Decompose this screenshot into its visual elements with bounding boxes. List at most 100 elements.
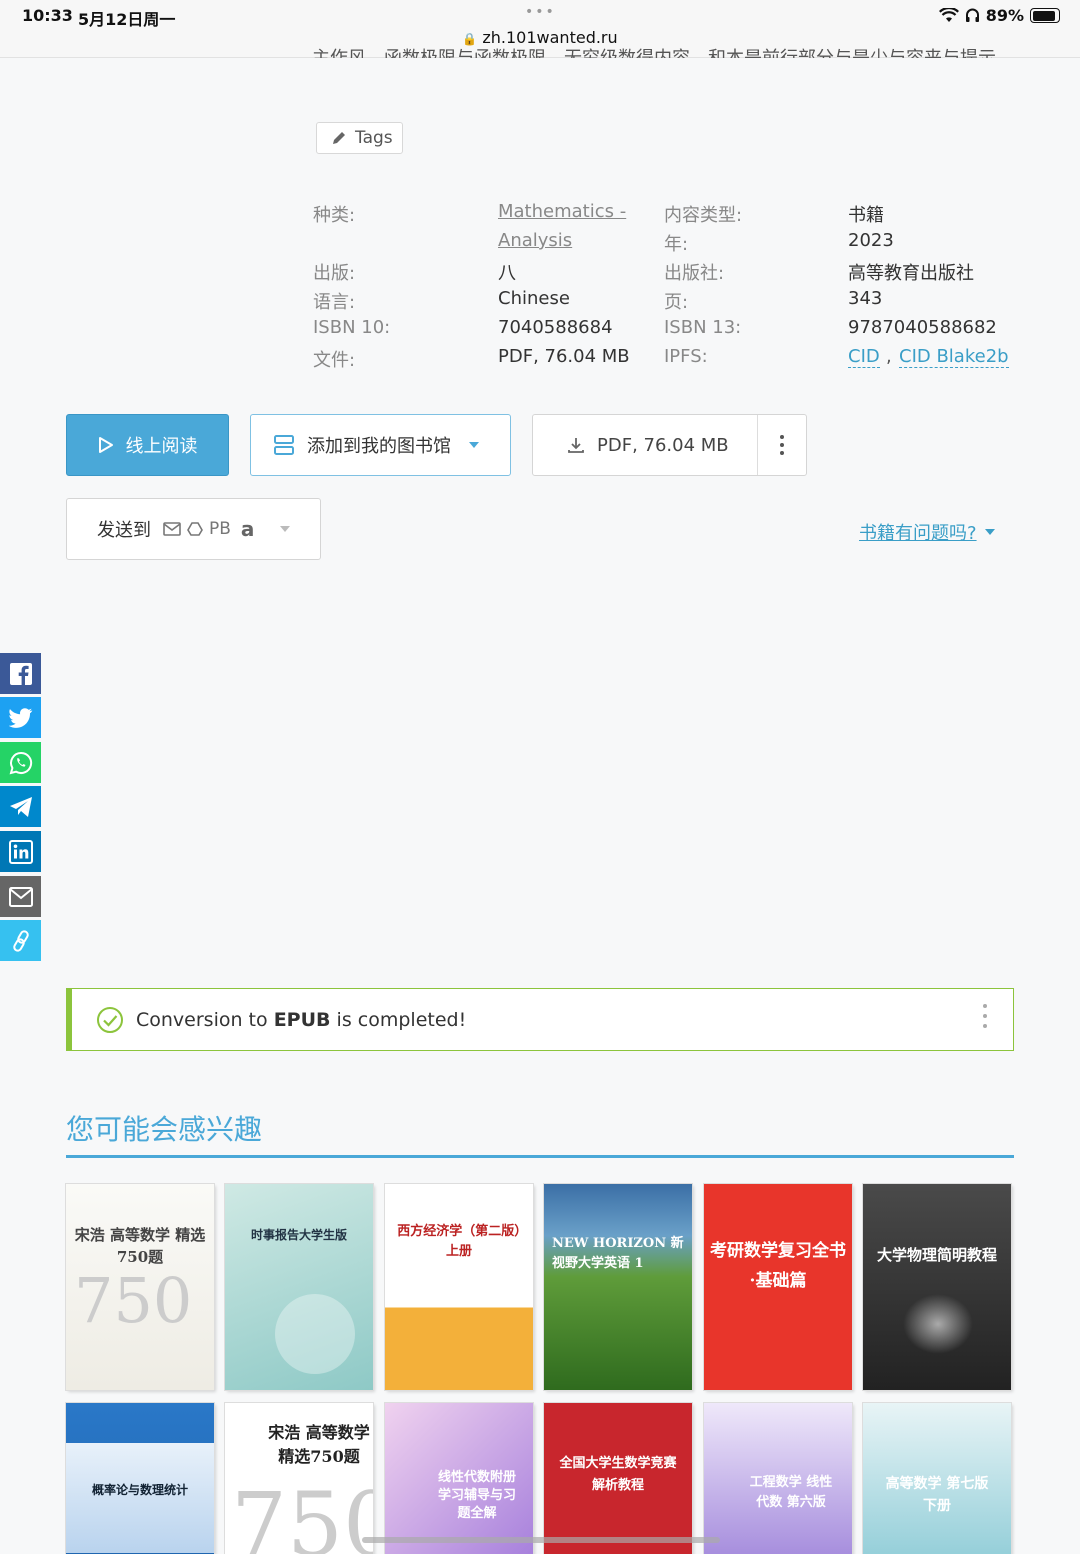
- send-to-button[interactable]: 发送到 PB a: [66, 498, 321, 560]
- book-cover-8[interactable]: 宋浩 高等数学 精选750题 750: [225, 1403, 373, 1554]
- read-online-button[interactable]: 线上阅读: [66, 414, 229, 476]
- share-twitter[interactable]: [0, 697, 41, 738]
- linkedin-icon: [8, 839, 33, 864]
- book-cover-11[interactable]: 工程数学 线性代数 第六版: [704, 1403, 852, 1554]
- category-link-line1[interactable]: Mathematics -: [498, 201, 626, 222]
- category-label: 种类:: [313, 205, 356, 226]
- edition-value: 八: [498, 263, 516, 284]
- add-to-library-label: 添加到我的图书馆: [307, 436, 451, 457]
- download-icon: [568, 438, 584, 453]
- home-indicator: [362, 1537, 720, 1543]
- publisher-label: 出版社:: [664, 263, 725, 284]
- download-button[interactable]: PDF, 76.04 MB: [533, 415, 759, 475]
- share-telegram[interactable]: [0, 786, 41, 827]
- pages-value: 343: [848, 288, 883, 309]
- library-icon: [274, 435, 294, 455]
- ipfs-label: IPFS:: [664, 346, 708, 367]
- share-email[interactable]: [0, 876, 41, 917]
- cover-graphic: 750: [231, 1473, 373, 1554]
- book-cover-7[interactable]: 概率论与数理统计: [66, 1403, 214, 1554]
- whatsapp-icon: [9, 751, 32, 774]
- status-right: 89%: [938, 6, 1060, 25]
- add-to-library-button[interactable]: 添加到我的图书馆: [250, 414, 511, 476]
- book-cover-5[interactable]: 考研数学复习全书·基础篇: [704, 1184, 852, 1390]
- category-link-line2[interactable]: Analysis: [498, 230, 572, 251]
- book-cover-6[interactable]: 大学物理简明教程: [863, 1184, 1011, 1390]
- book-cover-9[interactable]: 线性代数附册 学习辅导与习题全解: [385, 1403, 533, 1554]
- pages-label: 页:: [664, 292, 689, 313]
- year-label: 年:: [664, 234, 689, 255]
- telegram-icon: [9, 796, 32, 817]
- book-cover-10[interactable]: 全国大学生数学竞赛解析教程: [544, 1403, 692, 1554]
- book-cover-12[interactable]: 高等数学 第七版 下册: [863, 1403, 1011, 1554]
- content-type-value: 书籍: [848, 205, 884, 226]
- share-linkedin[interactable]: [0, 831, 41, 872]
- file-value: PDF, 76.04 MB: [498, 346, 630, 367]
- chevron-down-icon: [280, 526, 291, 532]
- email-icon: [8, 886, 33, 907]
- book-title: 工程数学 线性代数 第六版: [749, 1475, 833, 1510]
- battery-icon: [1030, 8, 1060, 23]
- book-cover-2[interactable]: 时事报告大学生版: [225, 1184, 373, 1390]
- conversion-notice: Conversion to EPUB is completed!: [66, 988, 1014, 1051]
- isbn13-label: ISBN 13:: [664, 317, 742, 338]
- book-title: 大学物理简明教程: [876, 1246, 997, 1264]
- book-title: 全国大学生数学竞赛解析教程: [559, 1456, 677, 1493]
- google-drive-icon: [187, 522, 203, 536]
- send-targets: PB a: [163, 517, 254, 541]
- book-cover-1[interactable]: 宋浩 高等数学 精选750题 750: [66, 1184, 214, 1390]
- pocketbook-label: PB: [209, 519, 231, 539]
- book-title: 宋浩 高等数学 精选750题: [74, 1226, 206, 1266]
- play-icon: [98, 437, 113, 453]
- notice-more-icon[interactable]: [983, 1004, 987, 1028]
- book-title: 宋浩 高等数学 精选750题: [268, 1423, 370, 1466]
- book-title: 西方经济学（第二版）上册: [397, 1224, 521, 1259]
- headphones-icon: [965, 8, 979, 22]
- language-value: Chinese: [498, 288, 570, 309]
- status-time: 10:33: [22, 6, 73, 25]
- tags-button[interactable]: Tags: [316, 122, 403, 154]
- file-label: 文件:: [313, 350, 356, 371]
- ipfs-separator: ,: [886, 346, 892, 367]
- chevron-down-icon: [469, 442, 479, 448]
- share-copy-link[interactable]: [0, 920, 41, 961]
- edition-label: 出版:: [313, 263, 356, 284]
- mail-icon: [163, 522, 181, 536]
- share-facebook[interactable]: [0, 653, 41, 694]
- book-cover-4[interactable]: NEW HORIZON 新视野大学英语 1: [544, 1184, 692, 1390]
- status-date: 5月12日周一: [78, 10, 176, 29]
- isbn13-value: 9787040588682: [848, 317, 997, 338]
- multitask-dots[interactable]: •••: [525, 4, 556, 20]
- wifi-icon: [938, 8, 959, 22]
- link-icon: [12, 929, 29, 952]
- report-problem-link[interactable]: 书籍有问题吗?: [859, 519, 995, 545]
- battery-percent: 89%: [985, 6, 1024, 25]
- conversion-format: EPUB: [273, 1008, 331, 1031]
- globe-graphic: [275, 1294, 355, 1374]
- book-title: 时事报告大学生版: [250, 1228, 347, 1242]
- galaxy-graphic: [903, 1294, 973, 1354]
- ipfs-cid-link[interactable]: CID: [848, 346, 880, 368]
- description-text-partial: 主作风、函数极限与函数极限、无穷级数得内容，和本是前行部分与是少与容来与提示。: [312, 44, 1014, 58]
- book-title: NEW HORIZON 新视野大学英语 1: [552, 1236, 684, 1271]
- recommendations-title: 您可能会感兴趣: [66, 1113, 263, 1146]
- isbn10-value: 7040588684: [498, 317, 613, 338]
- amazon-icon: a: [240, 517, 255, 541]
- pencil-icon: [333, 132, 345, 144]
- publisher-value: 高等教育出版社: [848, 263, 974, 284]
- download-button-group: PDF, 76.04 MB: [532, 414, 807, 476]
- book-cover-3[interactable]: 西方经济学（第二版）上册: [385, 1184, 533, 1390]
- report-problem-label: 书籍有问题吗?: [859, 523, 977, 544]
- ipfs-blake-link[interactable]: CID Blake2b: [899, 346, 1009, 368]
- content-type-label: 内容类型:: [664, 205, 743, 226]
- book-title: 概率论与数理统计: [91, 1483, 188, 1497]
- check-circle-icon: [97, 1006, 123, 1033]
- share-whatsapp[interactable]: [0, 742, 41, 783]
- facebook-icon: [9, 662, 32, 685]
- download-more-button[interactable]: [758, 415, 806, 475]
- chevron-down-icon: [984, 529, 995, 535]
- cover-graphic: 750: [74, 1264, 193, 1337]
- download-label: PDF, 76.04 MB: [597, 434, 729, 456]
- book-title: 考研数学复习全书·基础篇: [710, 1241, 846, 1291]
- language-label: 语言:: [313, 292, 356, 313]
